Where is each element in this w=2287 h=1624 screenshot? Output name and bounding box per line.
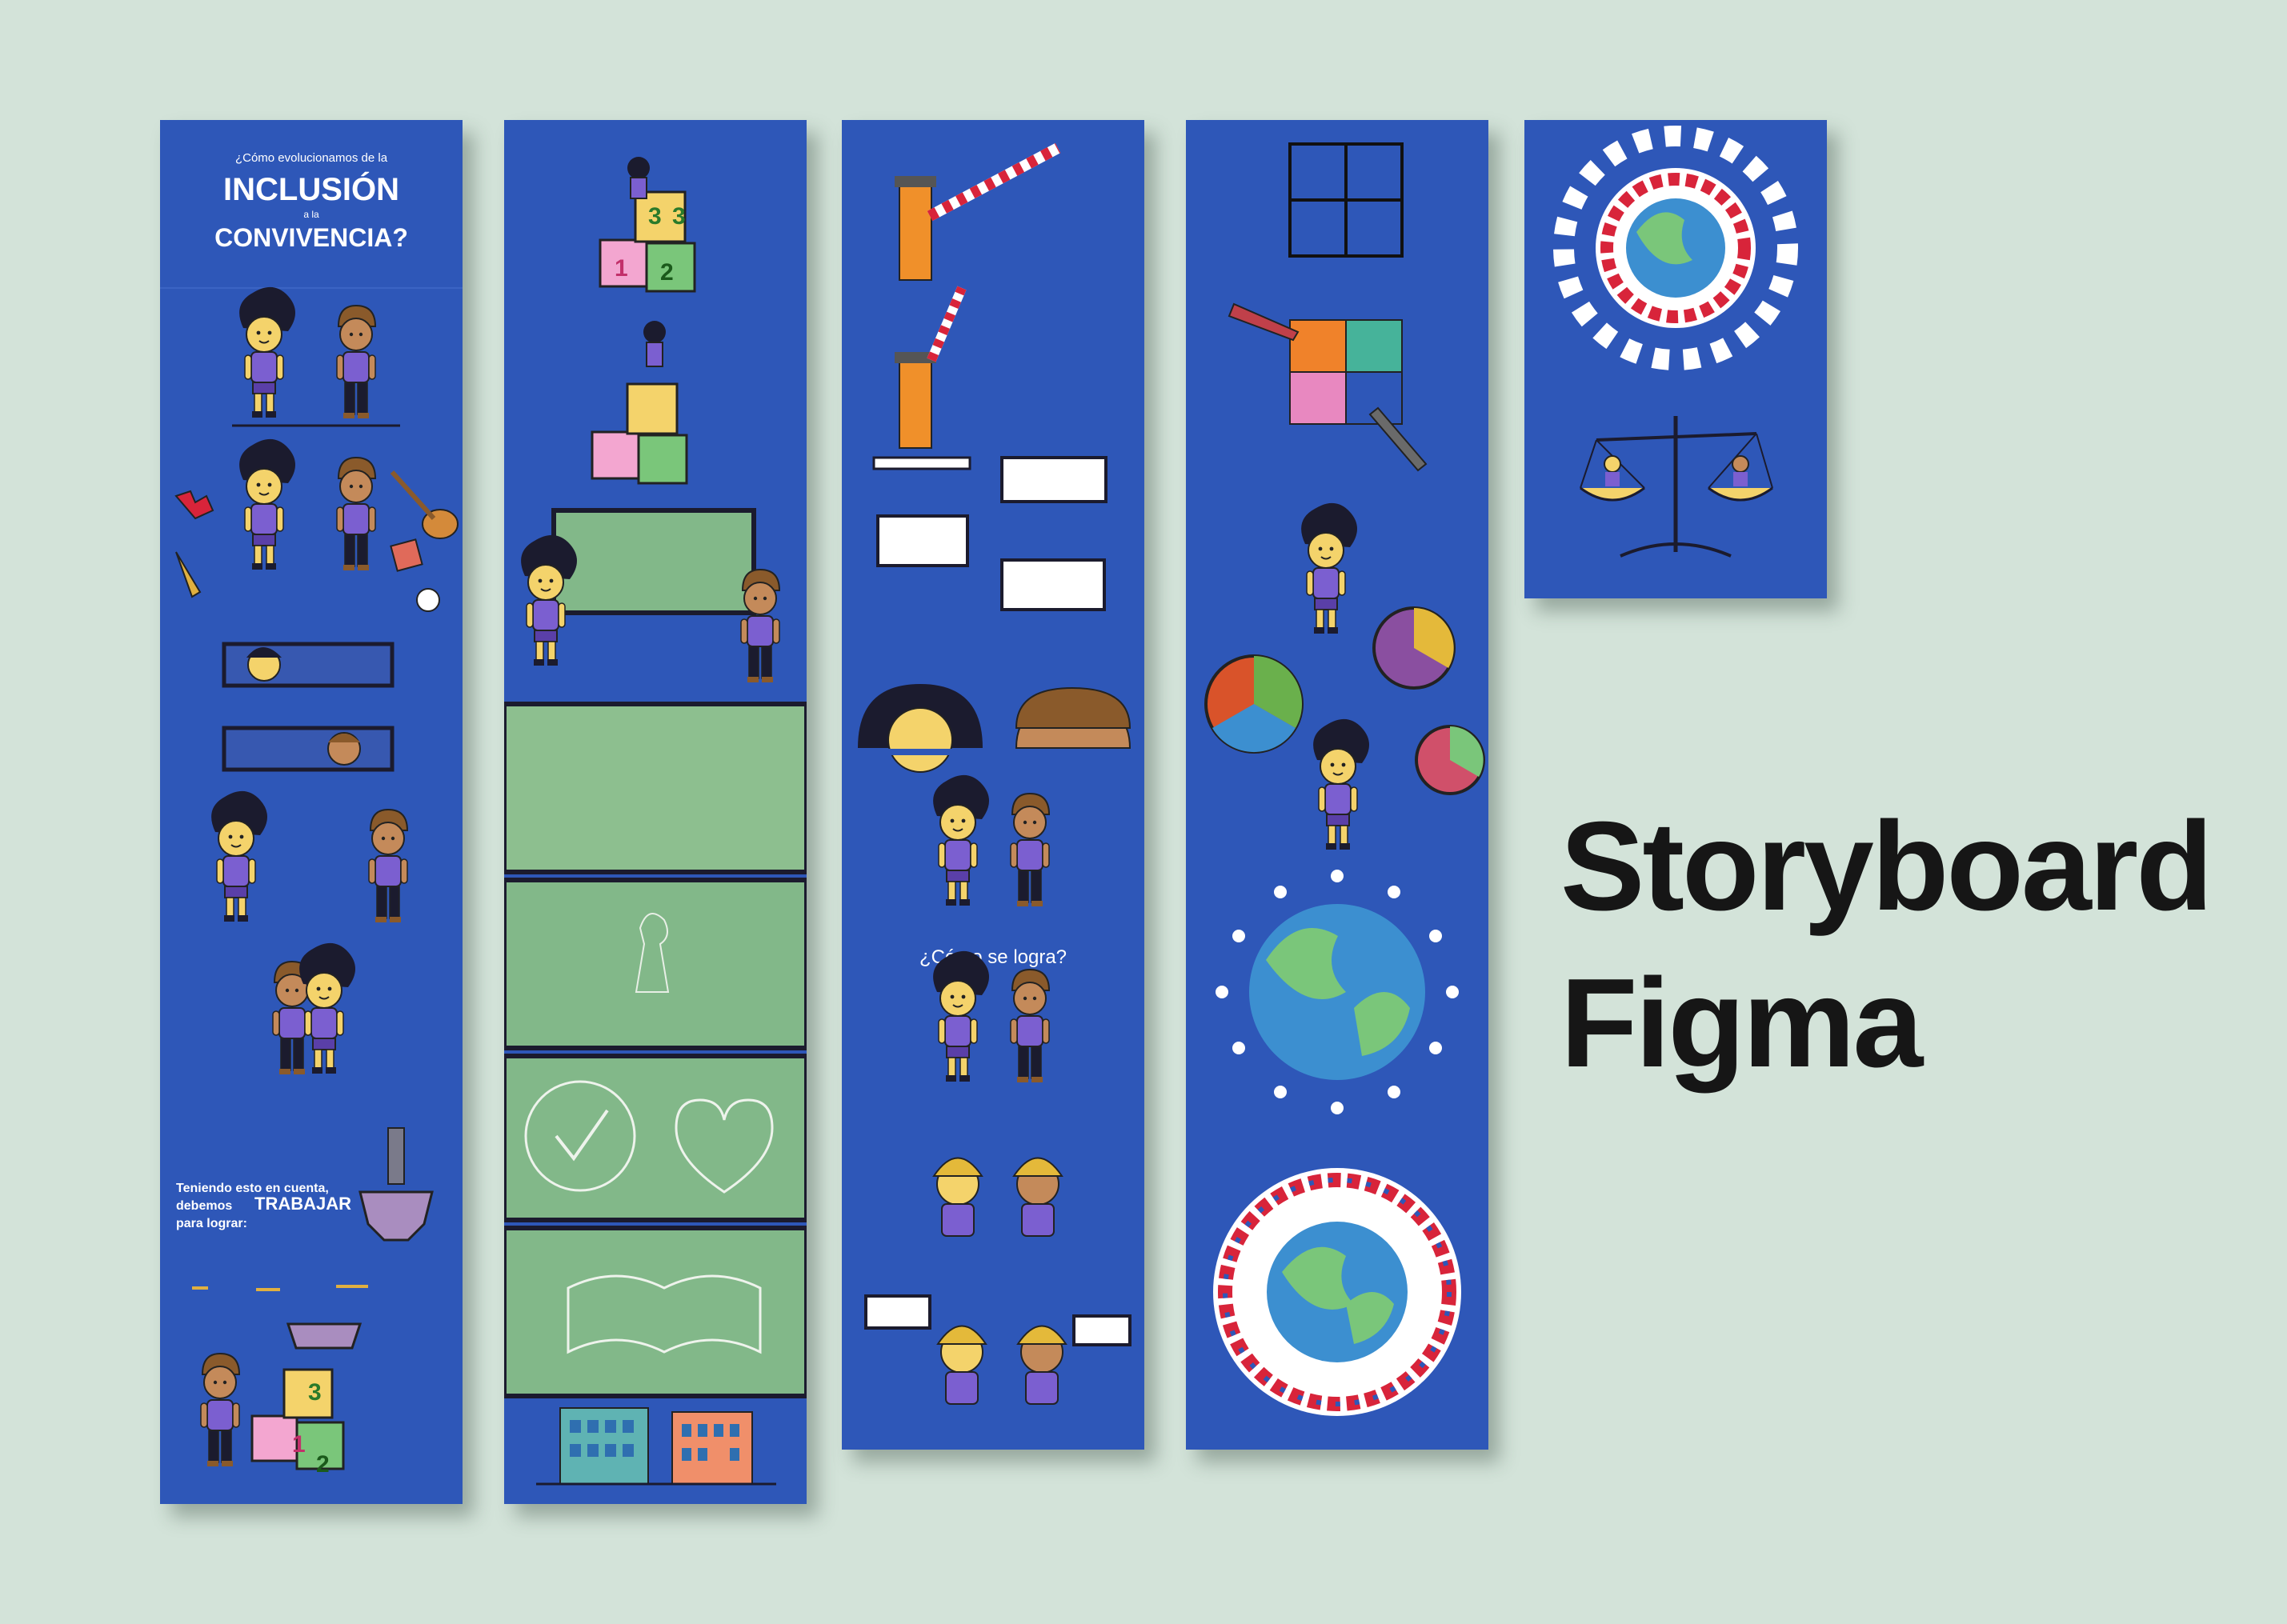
heading-line-2: Figma <box>1560 953 1923 1094</box>
frame-5-illustration <box>1553 126 1798 558</box>
title-inclusion: INCLUSIÓN <box>223 170 399 207</box>
storyboard-frame-5[interactable] <box>1524 120 1827 598</box>
caption-emphasis: TRABAJAR <box>254 1194 351 1214</box>
storyboard-frame-4[interactable] <box>1186 120 1488 1450</box>
block-number-4: 2 <box>316 1451 330 1478</box>
block-number-1: 3 <box>308 1379 322 1406</box>
intro-question: ¿Cómo evolucionamos de la <box>235 151 388 165</box>
block-number-a: 3 <box>648 203 662 230</box>
title-connector: a la <box>303 209 319 220</box>
frame-3-illustration: ¿Cómo se logra? <box>842 142 1144 1405</box>
page-heading: Storyboard Figma <box>1560 788 2213 1102</box>
frame-1-illustration: ¿Cómo evolucionamos de la INCLUSIÓN a la… <box>160 151 463 1478</box>
storyboard-frame-3[interactable]: ¿Cómo se logra? <box>842 120 1144 1450</box>
title-convivencia: CONVIVENCIA? <box>214 223 408 252</box>
block-number-d: 2 <box>660 259 674 286</box>
block-number-3: 1 <box>292 1431 306 1458</box>
storyboard-frame-2[interactable]: 3 3 1 2 <box>504 120 807 1504</box>
caption-line-2: debemos <box>176 1199 232 1213</box>
frame-2-illustration: 3 3 1 2 <box>504 157 807 1486</box>
storyboard-frame-1[interactable]: ¿Cómo evolucionamos de la INCLUSIÓN a la… <box>160 120 463 1504</box>
block-number-c: 1 <box>615 255 628 282</box>
frame-4-illustration <box>1204 142 1485 1416</box>
block-number-b: 3 <box>672 203 686 230</box>
caption-line-3: para lograr: <box>176 1217 247 1230</box>
heading-line-1: Storyboard <box>1560 796 2213 937</box>
